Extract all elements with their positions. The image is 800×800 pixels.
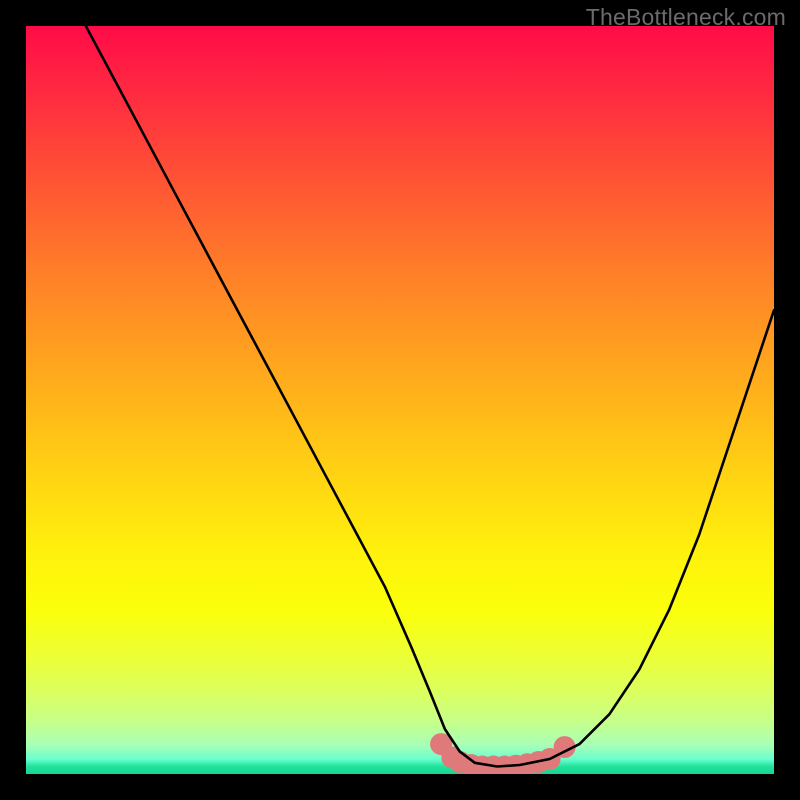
chart-svg	[26, 26, 774, 774]
chart-frame: TheBottleneck.com	[0, 0, 800, 800]
plot-area	[26, 26, 774, 774]
watermark-label: TheBottleneck.com	[586, 4, 786, 31]
bottleneck-curve	[86, 26, 774, 767]
